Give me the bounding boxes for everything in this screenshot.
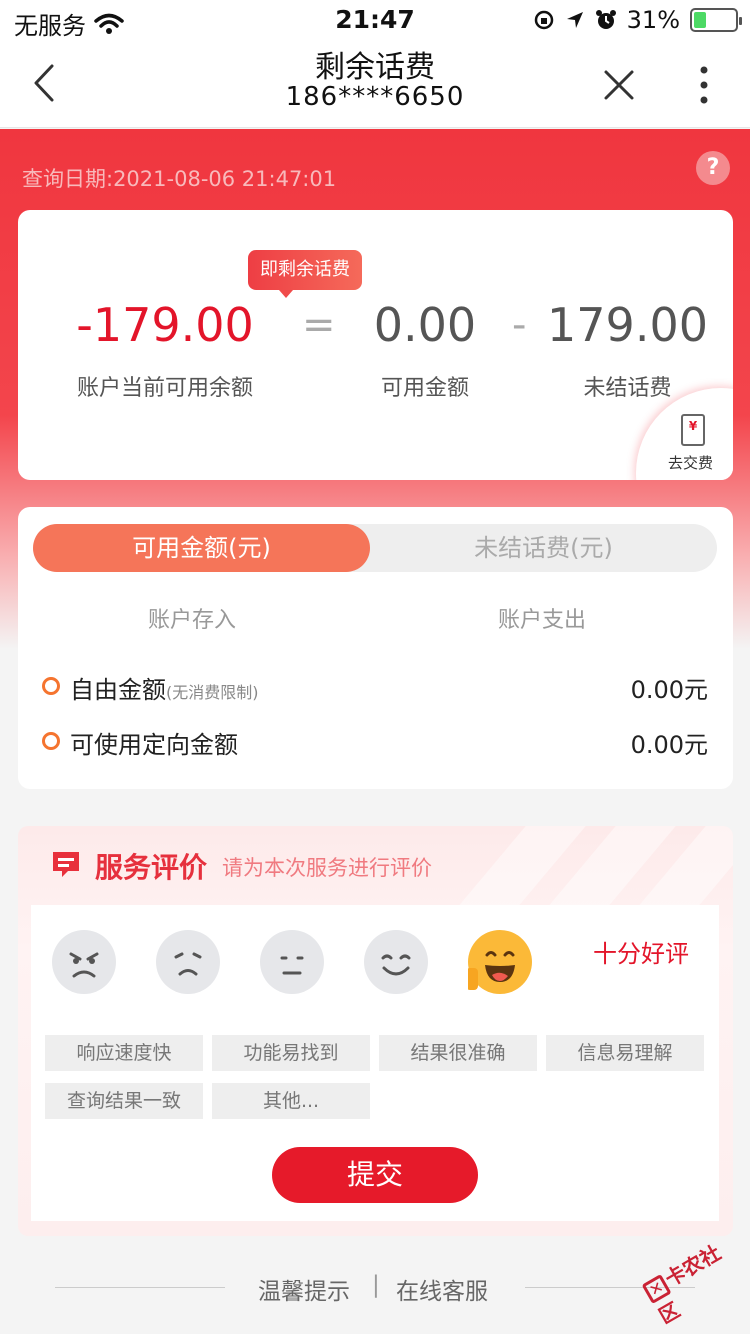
query-date: 查询日期:2021-08-06 21:47:01 [22, 167, 337, 191]
feedback-tag[interactable]: 查询结果一致 [45, 1083, 203, 1119]
feedback-tag[interactable]: 信息易理解 [546, 1035, 704, 1071]
remaining-balance-tooltip: 即剩余话费 [248, 250, 362, 298]
sad-face-icon[interactable] [156, 930, 220, 994]
pay-button-label[interactable]: 去交费 [668, 452, 713, 473]
help-icon[interactable]: ? [696, 151, 730, 185]
row-value: 0.00元 [630, 676, 708, 704]
phone-payment-icon[interactable]: ¥ [681, 414, 705, 446]
angry-face-icon[interactable] [52, 930, 116, 994]
more-icon[interactable] [690, 64, 718, 106]
submit-button[interactable]: 提交 [272, 1147, 478, 1203]
rating-verdict: 十分好评 [593, 940, 689, 968]
current-balance-value: -179.00 [76, 298, 254, 352]
nav-bar: 剩余话费 186****6650 [0, 40, 750, 128]
message-icon [53, 852, 79, 877]
unsettled-fee-label: 未结话费 [583, 376, 672, 401]
column-deposit: 账户存入 [148, 608, 237, 633]
tab-unsettled-fee[interactable]: 未结话费(元) [370, 524, 717, 572]
alarm-icon [595, 10, 616, 29]
unsettled-fee-value: 179.00 [547, 298, 708, 352]
rating-title: 服务评价 [95, 851, 208, 884]
grinning-face-icon[interactable] [466, 930, 532, 994]
row-label: 可使用定向金额 [70, 731, 238, 759]
minus-sign: - [512, 302, 527, 348]
status-bar: 无服务 21:47 31% [0, 0, 750, 40]
neutral-face-icon[interactable] [260, 930, 324, 994]
list-item: 可使用定向金额 0.00元 [42, 721, 708, 761]
row-value: 0.00元 [630, 731, 708, 759]
rotation-lock-icon [534, 10, 553, 30]
close-icon[interactable] [600, 66, 638, 104]
tab-available-amount[interactable]: 可用金额(元) [33, 524, 370, 572]
equals-sign: = [302, 302, 336, 348]
smile-face-icon[interactable] [364, 930, 428, 994]
row-note: (无消费限制) [166, 683, 259, 702]
column-expense: 账户支出 [498, 608, 587, 633]
feedback-tag[interactable]: 结果很准确 [379, 1035, 537, 1071]
status-right: 31% [533, 6, 742, 34]
feedback-tag[interactable]: 其他... [212, 1083, 370, 1119]
feedback-tag[interactable]: 响应速度快 [45, 1035, 203, 1071]
rating-subtitle: 请为本次服务进行评价 [222, 856, 432, 880]
bullet-circle-icon [42, 677, 60, 695]
customer-service-link[interactable]: 在线客服 [396, 1272, 488, 1306]
divider [55, 1287, 225, 1288]
bullet-circle-icon [42, 732, 60, 750]
footer-separator: | [372, 1272, 380, 1298]
list-item: 自由金额(无消费限制) 0.00元 [42, 666, 708, 706]
battery-percent: 31% [626, 6, 680, 34]
row-label: 自由金额 [70, 676, 166, 704]
location-icon [566, 12, 583, 28]
current-balance-label: 账户当前可用余额 [76, 376, 253, 401]
watermark: ✕卡农社区 [638, 1230, 750, 1334]
feedback-tag[interactable]: 功能易找到 [212, 1035, 370, 1071]
tips-link[interactable]: 温馨提示 [258, 1272, 350, 1306]
battery-icon [690, 8, 742, 32]
available-amount-label: 可用金额 [380, 376, 469, 401]
available-amount-value: 0.00 [373, 298, 477, 352]
